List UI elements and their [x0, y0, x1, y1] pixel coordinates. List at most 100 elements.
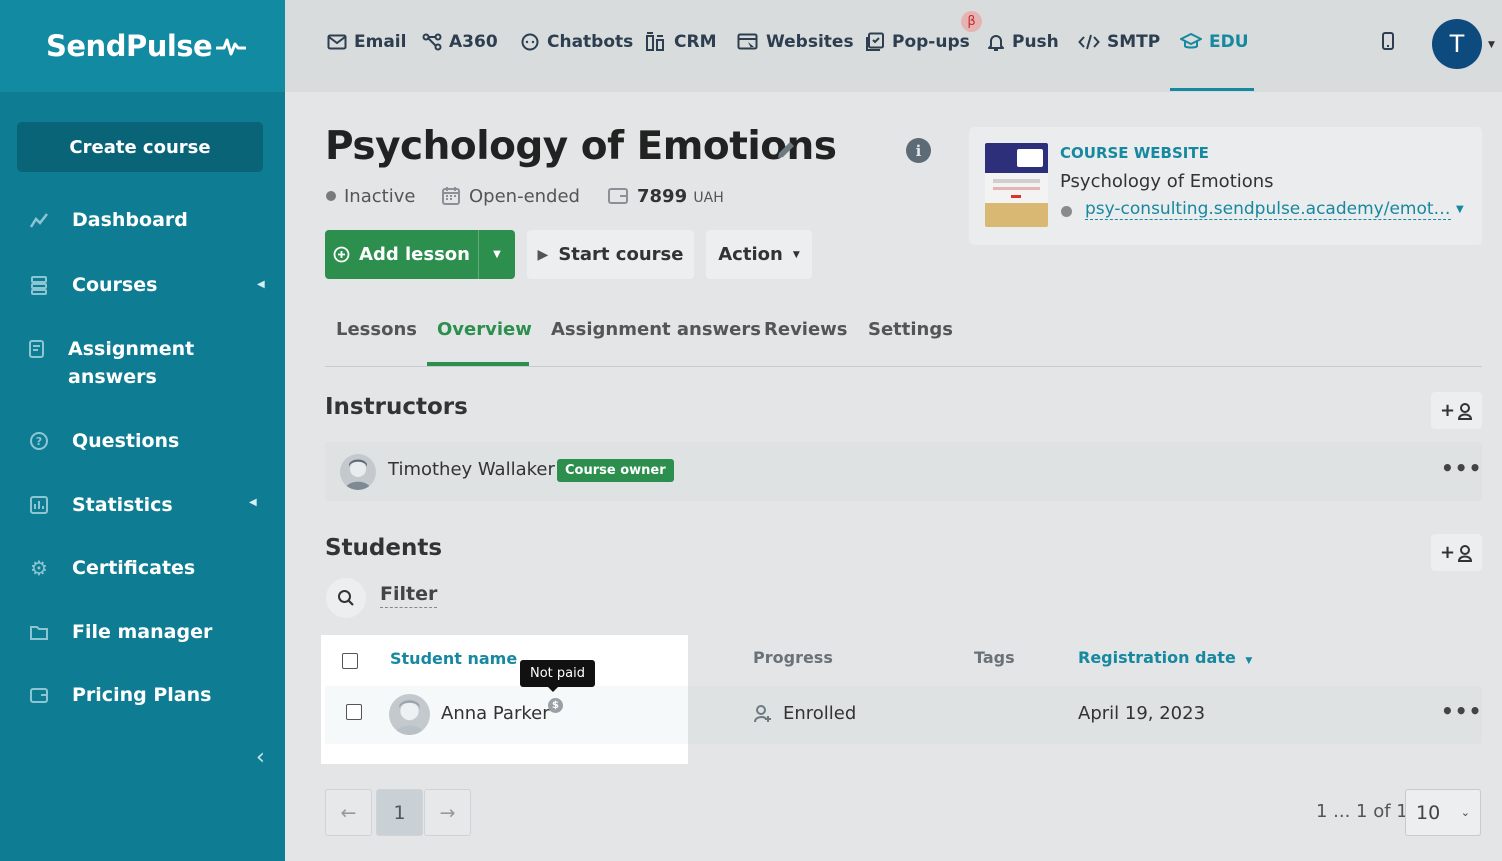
sidebar-item-certificates[interactable]: ⚙ Certificates	[28, 554, 195, 582]
course-website-label: COURSE WEBSITE	[1060, 144, 1209, 162]
tab-overview[interactable]: Overview	[437, 319, 532, 340]
nav-websites[interactable]: Websites	[737, 30, 854, 54]
sidebar-item-label: Dashboard	[72, 209, 188, 231]
tab-settings[interactable]: Settings	[868, 319, 953, 340]
graduation-cap-icon	[1180, 33, 1202, 49]
tab-lessons[interactable]: Lessons	[336, 319, 417, 340]
search-button[interactable]	[326, 578, 366, 618]
per-page-select[interactable]: 10 ⌄	[1405, 789, 1481, 836]
nav-label: Pop-ups	[892, 32, 970, 52]
next-page-button[interactable]: →	[424, 789, 471, 836]
currency: UAH	[693, 189, 724, 206]
nav-smtp[interactable]: SMTP	[1078, 30, 1160, 54]
tab-assignment-answers[interactable]: Assignment answers	[551, 319, 761, 340]
add-lesson-dropdown-toggle[interactable]: ▼	[478, 230, 515, 279]
info-icon[interactable]: i	[906, 138, 931, 163]
add-lesson-button[interactable]: Add lesson ▼	[325, 230, 515, 279]
chevron-down-icon: ⌄	[1460, 806, 1470, 819]
person-icon	[1458, 544, 1473, 562]
stack-icon	[28, 274, 50, 296]
column-label: Registration date	[1078, 648, 1236, 667]
start-course-label: Start course	[558, 244, 684, 265]
nav-chatbots[interactable]: Chatbots	[520, 30, 633, 54]
nav-a360[interactable]: A360	[422, 30, 498, 54]
avatar	[340, 454, 376, 490]
sidebar-item-pricing-plans[interactable]: Pricing Plans	[28, 681, 211, 709]
row-checkbox[interactable]	[346, 704, 362, 720]
collapse-sidebar-icon[interactable]: ‹	[256, 745, 265, 770]
nav-popups[interactable]: Pop-ups	[865, 30, 970, 54]
website-status-dot	[1061, 206, 1072, 217]
nav-edu[interactable]: EDU	[1180, 30, 1249, 54]
user-avatar[interactable]: T	[1432, 19, 1482, 69]
select-all-checkbox[interactable]	[342, 653, 358, 669]
add-lesson-main[interactable]: Add lesson	[325, 244, 478, 265]
tab-reviews[interactable]: Reviews	[764, 319, 848, 340]
website-thumbnail[interactable]	[985, 143, 1048, 227]
sidebar-item-questions[interactable]: ? Questions	[28, 427, 179, 455]
sidebar-item-file-manager[interactable]: File manager	[28, 618, 212, 646]
caret-left-icon: ◀	[257, 279, 265, 290]
envelope-icon	[327, 34, 347, 50]
course-status: Inactive	[326, 184, 415, 208]
nav-label: SMTP	[1107, 32, 1161, 52]
create-course-button[interactable]: Create course	[17, 122, 263, 172]
edit-pencil-icon[interactable]	[775, 139, 797, 165]
sidebar-item-courses[interactable]: Courses	[28, 271, 157, 299]
student-name[interactable]: Anna Parker	[441, 703, 550, 724]
plus-text: +	[1439, 400, 1456, 421]
course-website-name: Psychology of Emotions	[1060, 171, 1274, 192]
add-instructor-button[interactable]: +	[1431, 392, 1482, 429]
price-value: 7899	[637, 185, 688, 207]
popup-icon	[866, 32, 884, 51]
person-icon	[1458, 402, 1473, 420]
calendar-icon	[442, 187, 460, 205]
column-student-name[interactable]: Student name	[390, 649, 517, 668]
chat-icon	[521, 33, 539, 51]
page-1-button[interactable]: 1	[376, 789, 423, 836]
more-options-icon[interactable]: •••	[1441, 699, 1482, 723]
nav-crm[interactable]: CRM	[645, 30, 716, 54]
not-paid-tooltip: Not paid	[520, 660, 595, 692]
nav-push[interactable]: Push	[987, 30, 1059, 54]
duration-text: Open-ended	[469, 185, 580, 207]
add-student-button[interactable]: +	[1431, 534, 1482, 571]
pulse-icon	[216, 38, 247, 56]
search-icon	[338, 590, 354, 606]
action-dropdown[interactable]: Action ▼	[706, 230, 812, 279]
column-progress[interactable]: Progress	[753, 648, 833, 667]
chevron-down-icon[interactable]: ▼	[1456, 204, 1464, 215]
logo[interactable]: SendPulse	[46, 29, 247, 63]
filter-toggle[interactable]: Filter	[380, 583, 438, 608]
sidebar-item-label: Pricing Plans	[72, 684, 212, 706]
nav-label: CRM	[674, 32, 717, 52]
avatar	[389, 694, 430, 735]
plus-text: +	[1439, 542, 1456, 563]
action-label: Action	[718, 244, 783, 265]
sidebar-item-label: Certificates	[72, 557, 196, 579]
start-course-button[interactable]: ▶ Start course	[527, 230, 694, 279]
plus-circle-icon	[333, 246, 350, 263]
nav-label: Chatbots	[547, 32, 634, 52]
course-website-url[interactable]: psy-consulting.sendpulse.academy/emoti..…	[1085, 199, 1451, 220]
sidebar-item-dashboard[interactable]: Dashboard	[28, 206, 188, 234]
prev-page-button[interactable]: ←	[325, 789, 372, 836]
not-paid-icon[interactable]: $	[548, 698, 563, 713]
mobile-icon[interactable]	[1381, 31, 1395, 55]
svg-text:?: ?	[36, 435, 42, 448]
course-website-card: COURSE WEBSITE Psychology of Emotions ps…	[969, 127, 1482, 245]
registration-date: April 19, 2023	[1078, 703, 1206, 724]
sort-desc-icon: ▼	[1245, 656, 1253, 666]
wallet-icon	[28, 684, 50, 706]
instructors-title: Instructors	[325, 394, 468, 420]
nav-email[interactable]: Email	[327, 30, 406, 54]
sidebar-item-label: Assignment answers	[68, 338, 195, 388]
column-tags[interactable]: Tags	[974, 648, 1015, 667]
column-registration-date[interactable]: Registration date ▼	[1078, 648, 1252, 667]
pagination-summary: 1 ... 1 of 1	[1316, 801, 1408, 822]
chevron-down-icon[interactable]: ▼	[1488, 40, 1495, 50]
more-options-icon[interactable]: •••	[1441, 456, 1482, 480]
brand-name: SendPulse	[46, 29, 213, 63]
sidebar-item-statistics[interactable]: Statistics	[28, 491, 173, 519]
sidebar-item-assignment-answers[interactable]: Assignment answers	[28, 335, 218, 391]
